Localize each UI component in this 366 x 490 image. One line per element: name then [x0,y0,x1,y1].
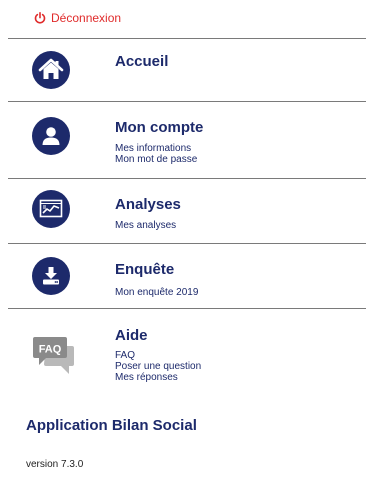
divider [8,38,366,39]
menu-title: Aide [115,327,148,344]
divider [8,308,366,309]
logout-label: Déconnexion [51,11,122,25]
analytics-icon [32,190,70,228]
logout-link[interactable]: Déconnexion [34,11,121,25]
menu-title: Analyses [115,196,181,213]
divider [8,178,366,179]
menu-item-mon-compte[interactable]: Mon compte Mes informations Mon mot de p… [0,103,366,177]
submenu-mes-informations[interactable]: Mes informations [115,143,191,154]
submenu-mes-reponses[interactable]: Mes réponses [115,372,178,383]
submenu-mon-enquete-2019[interactable]: Mon enquête 2019 [115,287,198,298]
menu-item-aide[interactable]: FAQ Aide FAQ Poser une question Mes répo… [0,310,366,390]
menu-title: Accueil [115,53,169,70]
faq-icon: FAQ [32,334,76,376]
menu-title: Mon compte [115,119,204,136]
menu-item-enquete[interactable]: Enquête Mon enquête 2019 [0,245,366,307]
submenu-mon-mot-de-passe[interactable]: Mon mot de passe [115,154,197,165]
menu-item-accueil[interactable]: Accueil [0,40,366,100]
menu-item-analyses[interactable]: Analyses Mes analyses [0,180,366,242]
version-label: version 7.3.0 [26,459,84,470]
power-icon [34,12,46,24]
submenu-faq[interactable]: FAQ [115,350,135,361]
download-icon [32,257,70,295]
submenu-poser-une-question[interactable]: Poser une question [115,361,201,372]
submenu-mes-analyses[interactable]: Mes analyses [115,220,176,231]
divider [8,101,366,102]
user-icon [32,117,70,155]
faq-icon-text: FAQ [39,344,62,356]
home-icon [32,51,70,89]
menu-title: Enquête [115,261,175,278]
app-title: Application Bilan Social [26,417,197,434]
divider [8,243,366,244]
